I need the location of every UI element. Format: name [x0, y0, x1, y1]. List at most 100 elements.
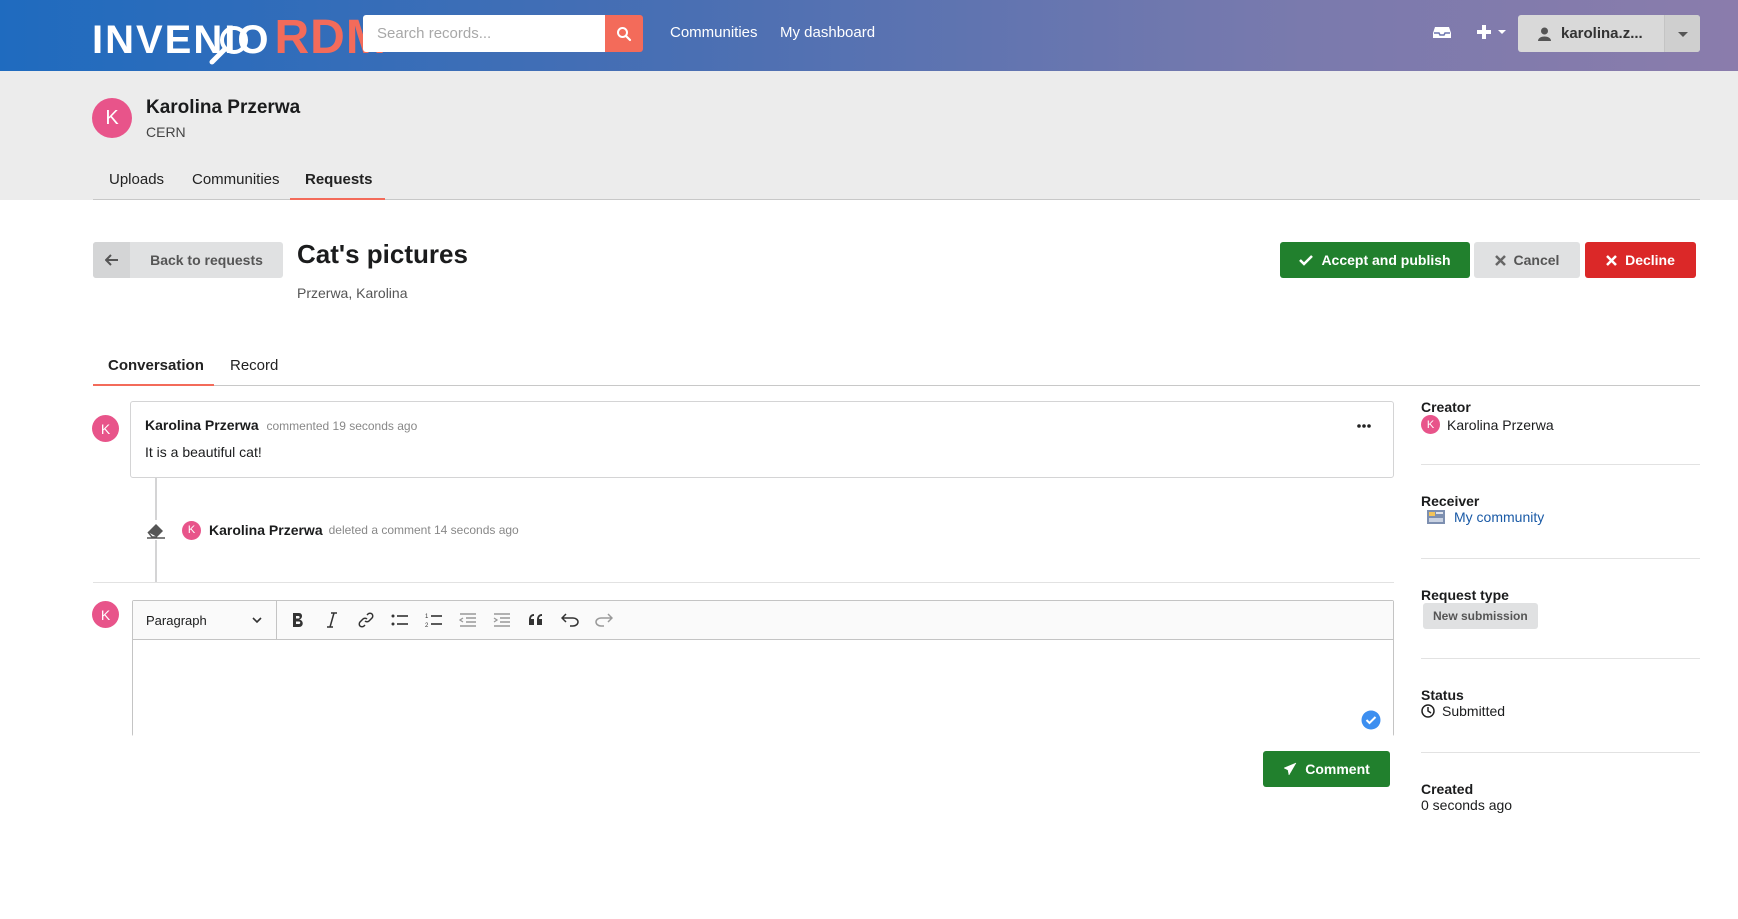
top-navbar: INVENIO RDM Communities My dashboard: [0, 0, 1738, 71]
italic-button[interactable]: [315, 601, 349, 640]
sidebar-receiver: Receiver My community: [1421, 493, 1700, 525]
sidebar-divider: [1421, 658, 1700, 659]
comment-author[interactable]: Karolina Przerwa: [145, 417, 259, 433]
plus-icon: [1477, 25, 1491, 39]
inbox-icon: [1433, 27, 1451, 38]
creator-row: K Karolina Przerwa: [1421, 415, 1700, 434]
event-author[interactable]: Karolina Przerwa: [209, 522, 323, 538]
comment-button-label: Comment: [1305, 761, 1370, 777]
community-logo-icon: [1427, 510, 1445, 524]
decline-label: Decline: [1625, 252, 1675, 268]
bullet-list-icon: [391, 614, 408, 626]
link-icon: [358, 612, 374, 628]
comment-actions-button[interactable]: [1357, 416, 1371, 432]
search-bar: [363, 15, 643, 52]
sidebar-status: Status Submitted: [1421, 687, 1700, 719]
svg-text:2: 2: [425, 623, 429, 628]
comment-header: Karolina Przerwa commented 19 seconds ag…: [145, 417, 417, 433]
event-meta: deleted a comment 14 seconds ago: [328, 523, 519, 537]
tab-conversation[interactable]: Conversation: [93, 357, 214, 386]
undo-icon: [561, 613, 579, 627]
search-button[interactable]: [605, 15, 643, 52]
request-type-badge: New submission: [1423, 603, 1538, 629]
send-icon: [1283, 762, 1297, 776]
cancel-request-button[interactable]: Cancel: [1474, 242, 1580, 278]
request-type-label: Request type: [1421, 587, 1509, 603]
indent-button[interactable]: [485, 601, 519, 640]
checkmark-icon: [1299, 255, 1314, 266]
receiver-row: My community: [1421, 509, 1700, 525]
editor-toolbar: Paragraph 1 2: [133, 600, 1393, 640]
sidebar-divider: [1421, 752, 1700, 753]
back-icon-box: [93, 242, 130, 278]
cancel-label: Cancel: [1513, 252, 1560, 268]
chevron-down-icon: [252, 616, 262, 623]
divider: [93, 582, 1394, 583]
status-label: Status: [1421, 687, 1464, 703]
created-row: 0 seconds ago: [1421, 797, 1700, 813]
invenio-rdm-logo[interactable]: INVENIO RDM: [92, 8, 387, 65]
numbered-list-icon: 1 2: [425, 614, 442, 628]
editor-avatar: K: [92, 601, 119, 628]
sidebar-creator: Creator K Karolina Przerwa: [1421, 399, 1700, 434]
numbered-list-button[interactable]: 1 2: [417, 601, 451, 640]
blockquote-button[interactable]: [519, 601, 553, 640]
dashboard-tabs: Uploads Communities Requests: [93, 171, 1700, 200]
comment-editor: Paragraph 1 2: [132, 600, 1394, 736]
close-icon: [1606, 254, 1617, 266]
accept-label: Accept and publish: [1321, 252, 1451, 268]
user-menu-dropdown[interactable]: [1664, 15, 1700, 52]
tab-record[interactable]: Record: [230, 357, 278, 386]
comment-meta: commented 19 seconds ago: [266, 419, 418, 433]
timeline-event: K Karolina Przerwa deleted a comment 14 …: [145, 518, 519, 542]
redo-button[interactable]: [587, 601, 621, 640]
svg-text:1: 1: [425, 614, 429, 620]
comment-card: Karolina Przerwa commented 19 seconds ag…: [130, 401, 1394, 478]
bold-icon: [293, 613, 303, 627]
request-title: Cat's pictures: [297, 239, 468, 269]
arrow-left-icon: [104, 254, 118, 266]
nav-my-dashboard[interactable]: My dashboard: [780, 24, 875, 41]
back-label: Back to requests: [150, 252, 263, 268]
create-menu-button[interactable]: [1476, 24, 1507, 43]
receiver-label: Receiver: [1421, 493, 1480, 509]
bullet-list-button[interactable]: [383, 601, 417, 640]
profile-name: Karolina Przerwa: [146, 97, 301, 118]
italic-icon: [327, 612, 337, 628]
bold-button[interactable]: [281, 601, 315, 640]
grammar-check-icon[interactable]: [1361, 710, 1381, 730]
eraser-icon: [145, 520, 167, 540]
redo-icon: [595, 613, 613, 627]
tab-uploads[interactable]: Uploads: [109, 171, 164, 200]
logo-magnifier-icon: [209, 26, 248, 65]
receiver-link[interactable]: My community: [1454, 509, 1544, 525]
user-menu-button[interactable]: karolina.z...: [1518, 15, 1700, 52]
close-icon: [1494, 254, 1506, 266]
creator-label: Creator: [1421, 399, 1471, 415]
search-icon: [617, 26, 632, 41]
sidebar-created: Created 0 seconds ago: [1421, 781, 1700, 813]
comment-textarea[interactable]: [133, 640, 1393, 736]
nav-communities[interactable]: Communities: [670, 24, 758, 41]
decline-button[interactable]: Decline: [1585, 242, 1696, 278]
status-value: Submitted: [1442, 703, 1506, 719]
outdent-button[interactable]: [451, 601, 485, 640]
link-button[interactable]: [349, 601, 383, 640]
paragraph-format-select[interactable]: Paragraph: [133, 600, 277, 640]
undo-button[interactable]: [553, 601, 587, 640]
back-to-requests-button[interactable]: Back to requests: [93, 242, 283, 278]
sidebar-divider: [1421, 464, 1700, 465]
comment-submit-button[interactable]: Comment: [1263, 751, 1390, 787]
tab-requests[interactable]: Requests: [290, 171, 385, 200]
search-input[interactable]: [363, 15, 605, 52]
clock-icon: [1421, 704, 1435, 718]
accept-and-publish-button[interactable]: Accept and publish: [1280, 242, 1470, 278]
tab-communities[interactable]: Communities: [192, 171, 280, 200]
creator-name[interactable]: Karolina Przerwa: [1447, 417, 1554, 433]
inbox-button[interactable]: [1432, 22, 1452, 45]
more-horizontal-icon: [1357, 424, 1371, 428]
avatar: K: [92, 98, 132, 138]
sidebar-divider: [1421, 558, 1700, 559]
user-menu-main[interactable]: karolina.z...: [1518, 15, 1664, 52]
caret-down-icon: [1497, 30, 1506, 34]
